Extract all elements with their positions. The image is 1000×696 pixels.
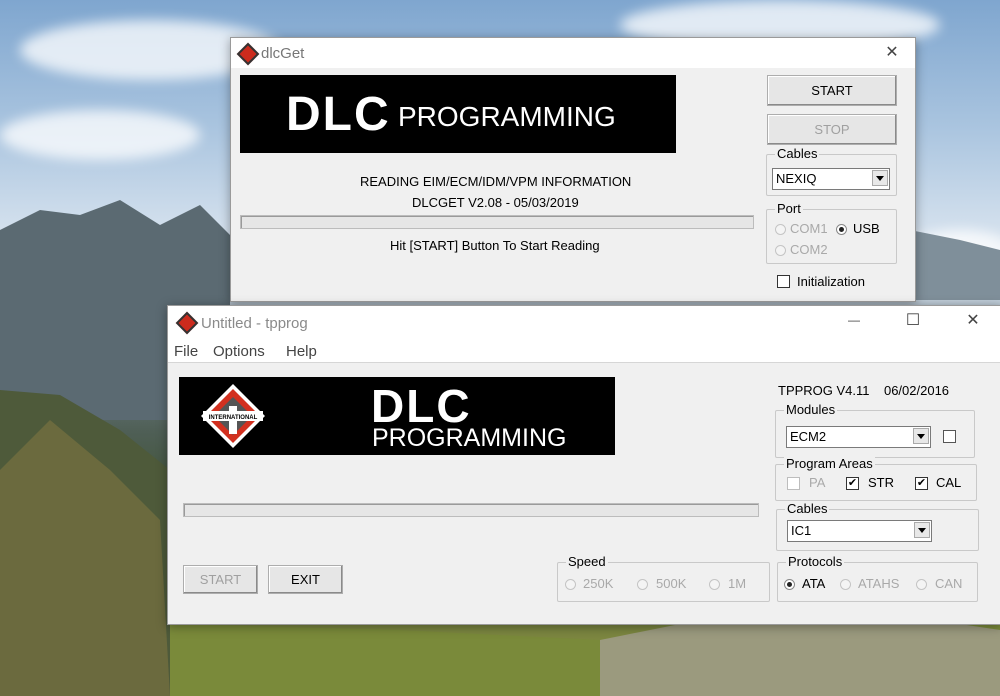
start-button[interactable]: START	[183, 565, 258, 594]
chevron-down-icon[interactable]	[914, 522, 930, 538]
modules-label: Modules	[784, 402, 838, 417]
port-label: Port	[775, 201, 803, 216]
speed-group: Speed 250K 500K 1M	[557, 554, 770, 602]
dlcget-window: dlcGet ✕ DLC PROGRAMMING READING EIM/ECM…	[230, 37, 916, 302]
speed-500k-radio[interactable]	[637, 579, 648, 590]
speed-250k-label: 250K	[583, 576, 614, 591]
cables-value: NEXIQ	[776, 171, 817, 186]
menu-file[interactable]: File	[174, 343, 198, 360]
window-title: Untitled - tpprog	[201, 315, 308, 332]
cal-checkbox[interactable]: ✔	[915, 477, 928, 490]
modules-checkbox[interactable]	[943, 430, 956, 443]
port-com2-radio[interactable]	[775, 245, 786, 256]
progress-bar	[240, 215, 754, 229]
tp-cables-group: Cables IC1	[776, 501, 979, 551]
port-com1-label: COM1	[790, 221, 828, 236]
initialization-label: Initialization	[797, 274, 865, 289]
banner-text: PROGRAMMING	[372, 424, 567, 452]
close-icon[interactable]: ✕	[877, 42, 907, 64]
window-title: dlcGet	[261, 45, 305, 62]
program-areas-group: Program Areas PA ✔ STR ✔ CAL	[775, 456, 977, 501]
chevron-down-icon[interactable]	[872, 170, 888, 186]
info-line-2: DLCGET V2.08 - 05/03/2019	[412, 195, 579, 210]
protocols-group: Protocols ATA ATAHS CAN	[777, 554, 978, 602]
close-icon[interactable]: ✕	[958, 310, 988, 332]
protocol-can-label: CAN	[935, 576, 963, 591]
port-com1-radio[interactable]	[775, 224, 786, 235]
info-line-1: READING EIM/ECM/IDM/VPM INFORMATION	[360, 174, 632, 189]
menu-help[interactable]: Help	[286, 343, 317, 360]
speed-1m-radio[interactable]	[709, 579, 720, 590]
app-icon	[175, 311, 199, 335]
port-usb-radio[interactable]	[836, 224, 847, 235]
modules-value: ECM2	[790, 429, 827, 444]
dlcget-titlebar[interactable]: dlcGet ✕	[231, 38, 915, 68]
dlc-banner: INTERNATIONAL DLC PROGRAMMING	[179, 377, 615, 455]
modules-select[interactable]: ECM2	[786, 426, 931, 448]
port-com2-label: COM2	[790, 242, 828, 257]
modules-group: Modules ECM2	[775, 402, 975, 458]
tpprog-titlebar[interactable]: Untitled - tpprog — ☐ ✕	[168, 306, 1000, 338]
version-text: TPPROG V4.11 06/02/2016	[778, 383, 950, 398]
port-group: Port COM1 USB COM2	[766, 201, 897, 264]
protocol-ata-label: ATA	[802, 576, 826, 591]
cables-label: Cables	[775, 146, 820, 161]
chevron-down-icon[interactable]	[913, 428, 929, 444]
program-areas-label: Program Areas	[784, 456, 875, 471]
progress-bar	[183, 503, 759, 517]
cables-group: Cables NEXIQ	[766, 146, 897, 196]
menu-bar: File Options Help	[168, 338, 1000, 363]
dlc-banner: DLC PROGRAMMING	[240, 75, 676, 153]
tpprog-window: Untitled - tpprog — ☐ ✕ File Options Hel…	[167, 305, 1000, 625]
stop-button[interactable]: STOP	[767, 114, 897, 145]
app-icon	[236, 42, 260, 66]
status-text: Hit [START] Button To Start Reading	[390, 238, 600, 253]
minimize-icon[interactable]: —	[839, 309, 869, 331]
protocol-atahs-radio[interactable]	[840, 579, 851, 590]
pa-checkbox[interactable]	[787, 477, 800, 490]
protocol-can-radio[interactable]	[916, 579, 927, 590]
maximize-icon[interactable]: ☐	[898, 310, 928, 332]
cables-label: Cables	[785, 501, 830, 516]
initialization-checkbox[interactable]	[777, 275, 790, 288]
banner-text: PROGRAMMING	[398, 101, 616, 132]
port-usb-label: USB	[853, 221, 880, 236]
speed-label: Speed	[566, 554, 608, 569]
emblem-text: INTERNATIONAL	[209, 415, 258, 421]
menu-options[interactable]: Options	[213, 343, 265, 360]
start-button[interactable]: START	[767, 75, 897, 106]
speed-500k-label: 500K	[656, 576, 687, 591]
cables-select[interactable]: IC1	[787, 520, 932, 542]
protocol-atahs-label: ATAHS	[858, 576, 900, 591]
exit-button[interactable]: EXIT	[268, 565, 343, 594]
str-label: STR	[868, 475, 894, 490]
protocol-ata-radio[interactable]	[784, 579, 795, 590]
protocols-label: Protocols	[786, 554, 845, 569]
banner-brand: DLC	[286, 88, 391, 141]
cal-label: CAL	[936, 475, 962, 490]
international-logo: INTERNATIONAL	[201, 384, 265, 448]
speed-1m-label: 1M	[728, 576, 747, 591]
speed-250k-radio[interactable]	[565, 579, 576, 590]
cables-select[interactable]: NEXIQ	[772, 168, 890, 190]
str-checkbox[interactable]: ✔	[846, 477, 859, 490]
cables-value: IC1	[791, 523, 812, 538]
pa-label: PA	[809, 475, 826, 490]
